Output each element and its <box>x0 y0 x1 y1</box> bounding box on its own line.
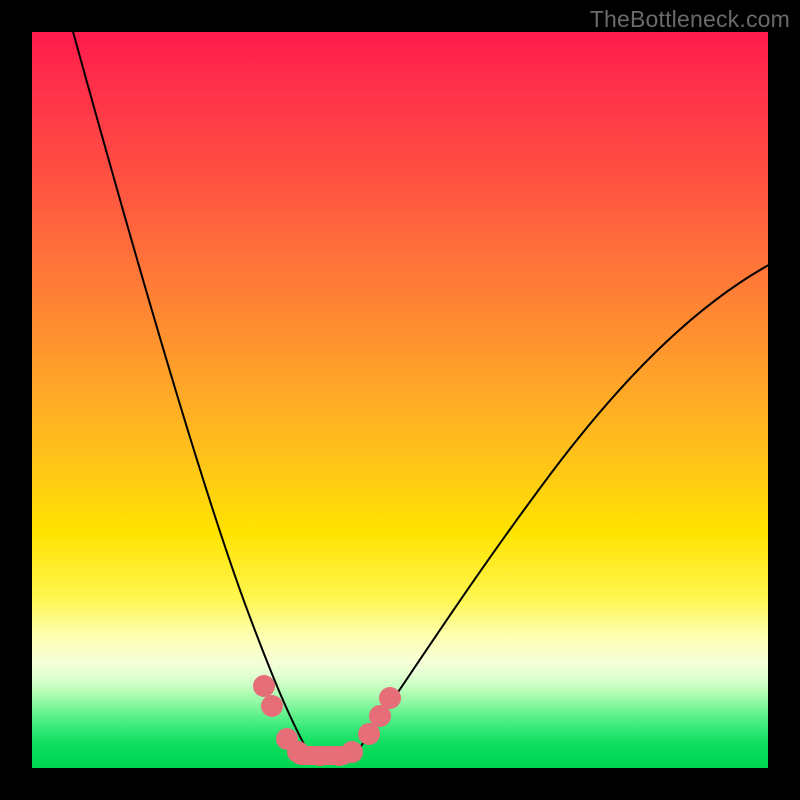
bead-marker <box>287 741 309 763</box>
bead-marker <box>253 675 275 697</box>
bead-marker <box>310 746 330 766</box>
right-curve <box>354 262 774 756</box>
left-curve <box>72 28 310 755</box>
bead-marker <box>341 741 363 763</box>
bead-marker <box>261 695 283 717</box>
plot-area <box>32 32 768 768</box>
bead-marker <box>379 687 401 709</box>
curves-layer <box>32 32 768 768</box>
watermark-text: TheBottleneck.com <box>590 6 790 33</box>
chart-frame: TheBottleneck.com <box>0 0 800 800</box>
